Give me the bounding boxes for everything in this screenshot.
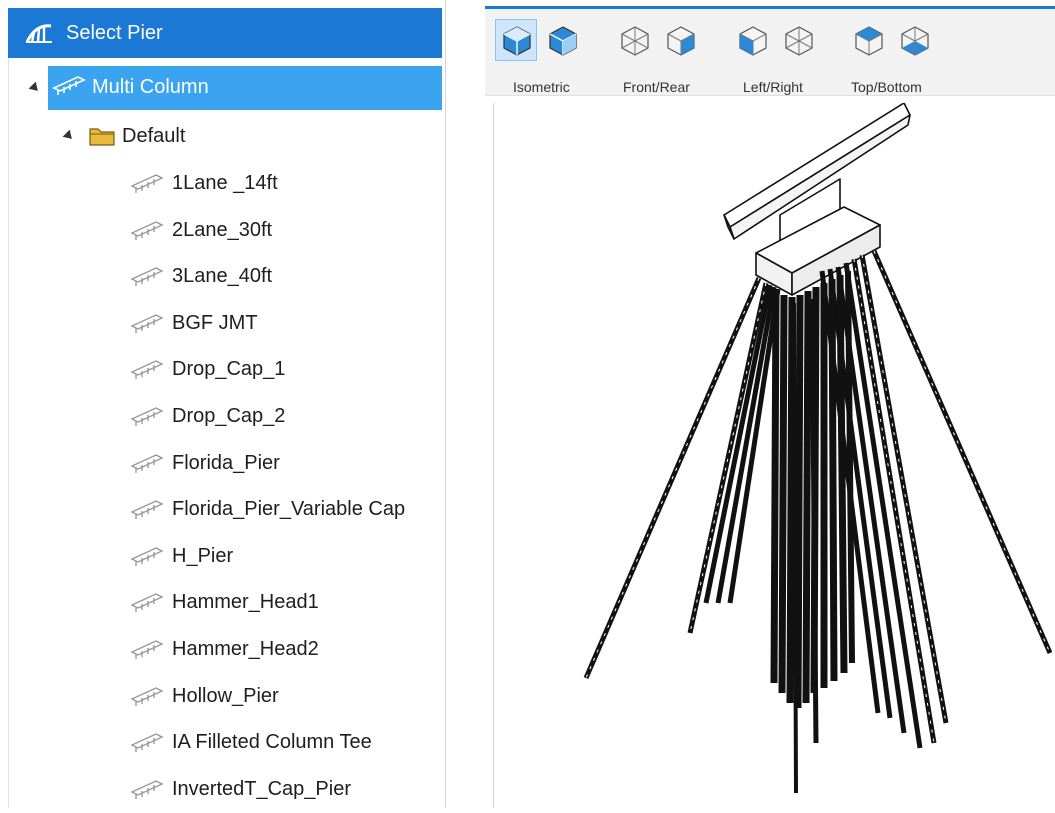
tree-item-label: Hollow_Pier xyxy=(172,684,279,707)
panel-title-bar: Select Pier xyxy=(8,8,442,58)
tree-item-pier[interactable]: Hammer_Head2 xyxy=(130,629,319,669)
pier-template-icon xyxy=(130,314,164,333)
view-toolbar: Isometric Front/Rear Left/Right Top/Bott… xyxy=(485,9,1055,96)
pier-template-icon xyxy=(130,500,164,519)
tree-item-label: Drop_Cap_1 xyxy=(172,357,286,380)
left-view-button[interactable] xyxy=(731,19,773,61)
tree-item-multi-column[interactable]: Multi Column xyxy=(24,66,442,110)
multi-column-icon xyxy=(52,76,86,95)
pier-template-icon xyxy=(130,547,164,566)
tree-item-pier[interactable]: 3Lane_40ft xyxy=(130,256,272,296)
tree-item-pier[interactable]: 1Lane _14ft xyxy=(130,163,278,203)
tree-item-pier[interactable]: IA Filleted Column Tee xyxy=(130,722,372,762)
top-view-button[interactable] xyxy=(847,19,889,61)
folder-icon xyxy=(89,128,115,146)
isometric-front-button[interactable] xyxy=(495,19,537,61)
pier-template-icon xyxy=(130,267,164,286)
cube-right-icon xyxy=(785,26,813,56)
pier-model-drawing xyxy=(583,102,1053,794)
pier-viewer: Isometric Front/Rear Left/Right Top/Bott… xyxy=(485,0,1055,808)
isometric-back-button[interactable] xyxy=(541,19,583,61)
tree-item-pier[interactable]: Drop_Cap_2 xyxy=(130,396,285,436)
rear-view-button[interactable] xyxy=(659,19,701,61)
pier-template-icon xyxy=(130,780,164,799)
cube-isometric-icon xyxy=(503,26,531,56)
tree-item-label: 3Lane_40ft xyxy=(172,264,273,287)
front-view-button[interactable] xyxy=(613,19,655,61)
bottom-view-button[interactable] xyxy=(893,19,935,61)
cube-front-icon xyxy=(621,26,649,56)
expand-arrow-icon[interactable] xyxy=(62,129,76,143)
pier-template-icon xyxy=(130,593,164,612)
view-group-label: Left/Right xyxy=(743,79,803,95)
pier-template-icon xyxy=(130,640,164,659)
right-view-button[interactable] xyxy=(777,19,819,61)
tree-item-label: InvertedT_Cap_Pier xyxy=(172,777,351,800)
pier-template-icon xyxy=(130,221,164,240)
tree-item-label: IA Filleted Column Tee xyxy=(172,730,372,753)
tree-item-label: Florida_Pier xyxy=(172,451,280,474)
tree-item-label: Default xyxy=(122,124,186,147)
cube-left-icon xyxy=(739,26,767,56)
pier-template-icon xyxy=(130,454,164,473)
tree-item-pier[interactable]: Florida_Pier xyxy=(130,443,280,483)
tree-item-default-folder[interactable]: Default xyxy=(62,116,186,156)
tree-item-label: Florida_Pier_Variable Cap xyxy=(172,497,406,520)
cube-rear-icon xyxy=(667,26,695,56)
tree-item-label: 2Lane_30ft xyxy=(172,218,273,241)
tree-item-pier[interactable]: BGF JMT xyxy=(130,303,258,343)
pier-template-icon xyxy=(130,687,164,706)
panel-title: Select Pier xyxy=(66,21,163,44)
tree-item-label: 1Lane _14ft xyxy=(172,171,278,194)
view-group-label: Isometric xyxy=(513,79,570,95)
cube-bottom-icon xyxy=(901,26,929,56)
tree-item-label: Multi Column xyxy=(92,76,209,98)
cube-isometric-icon xyxy=(549,26,577,56)
divider xyxy=(8,58,9,808)
tree-item-pier[interactable]: 2Lane_30ft xyxy=(130,210,272,250)
view-group-label: Top/Bottom xyxy=(851,79,922,95)
tree-item-pier[interactable]: Hammer_Head1 xyxy=(130,582,319,622)
cube-top-icon xyxy=(855,26,883,56)
pier-template-icon xyxy=(130,360,164,379)
tree-item-pier[interactable]: H_Pier xyxy=(130,536,233,576)
tree-item-label: BGF JMT xyxy=(172,311,258,334)
view-group-label: Front/Rear xyxy=(623,79,690,95)
pier-template-icon xyxy=(130,733,164,752)
tree-item-label: Hammer_Head2 xyxy=(172,637,319,660)
pier-3d-viewport[interactable] xyxy=(493,102,1055,808)
tree-item-pier[interactable]: Drop_Cap_1 xyxy=(130,349,285,389)
tree-item-pier[interactable]: Hollow_Pier xyxy=(130,676,279,716)
pier-template-icon xyxy=(130,174,164,193)
tree-item-pier[interactable]: Florida_Pier_Variable Cap xyxy=(130,489,405,529)
pier-tree-panel: Select Pier Multi Column Default 1Lane _… xyxy=(0,0,446,808)
bridge-logo-icon xyxy=(25,24,52,43)
tree-item-pier[interactable]: InvertedT_Cap_Pier xyxy=(130,769,351,809)
tree-item-label: Drop_Cap_2 xyxy=(172,404,286,427)
pier-template-icon xyxy=(130,407,164,426)
tree-item-label: Hammer_Head1 xyxy=(172,590,319,613)
expand-arrow-icon[interactable] xyxy=(28,81,42,95)
tree-item-label: H_Pier xyxy=(172,544,234,567)
